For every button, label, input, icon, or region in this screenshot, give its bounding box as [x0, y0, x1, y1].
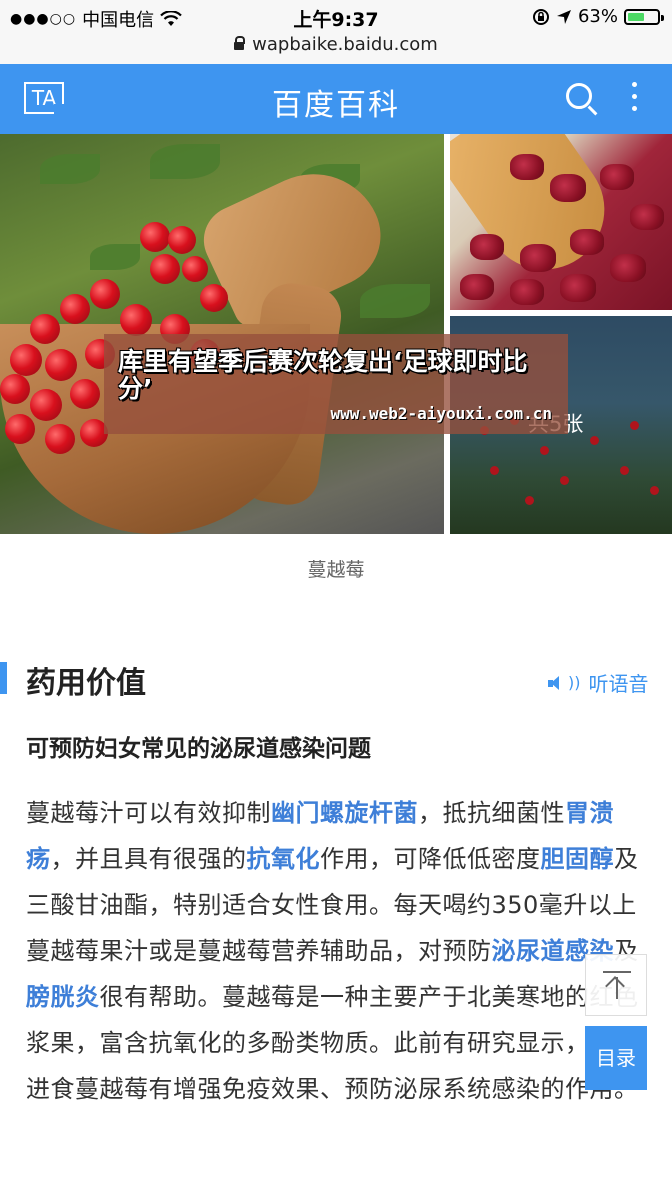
section-subtitle: 可预防妇女常见的泌尿道感染问题	[26, 736, 371, 762]
status-bar: ●●●○○ 中国电信 上午9:37 63%	[0, 0, 672, 34]
article-paragraph: 蔓越莓汁可以有效抑制幽门螺旋杆菌，抵抗细菌性胃溃疡，并且具有很强的抗氧化作用，可…	[26, 790, 652, 1112]
location-arrow-icon	[556, 9, 571, 24]
arrow-up-icon	[616, 977, 618, 999]
search-icon[interactable]	[566, 83, 592, 109]
lock-icon	[234, 36, 246, 50]
section-accent-bar	[0, 662, 7, 694]
image-caption: 蔓越莓	[307, 559, 365, 581]
link-antioxidant[interactable]: 抗氧化	[247, 845, 321, 873]
rotation-lock-icon	[532, 8, 549, 25]
watermark-title: 库里有望季后赛次轮复出‘足球即时比分’	[118, 347, 528, 403]
listen-button[interactable]: )) 听语音	[548, 668, 648, 697]
paragraph-text: 作用，可降低低密度	[320, 845, 541, 873]
url-text: wapbaike.baidu.com	[252, 34, 438, 55]
url-bar[interactable]: wapbaike.baidu.com	[0, 34, 672, 64]
link-cholesterol[interactable]: 胆固醇	[541, 845, 615, 873]
listen-label: 听语音	[588, 672, 649, 696]
table-of-contents-button[interactable]: 目录	[585, 1026, 647, 1090]
battery-level	[628, 12, 645, 21]
speaker-icon	[548, 675, 562, 690]
paragraph-text: 很有帮助。蔓越莓是一种主要产于北美寒地的红色浆果，富含抗氧化的多酚类物质。此前有…	[26, 983, 639, 1103]
section-title: 药用价值	[26, 666, 146, 701]
link-cystitis[interactable]: 膀胱炎	[26, 983, 100, 1011]
watermark-banner: 库里有望季后赛次轮复出‘足球即时比分’ www.web2-aiyouxi.com…	[104, 334, 568, 434]
back-to-top-button[interactable]	[585, 954, 647, 1016]
battery-percent: 63%	[577, 6, 618, 27]
watermark-url: www.web2-aiyouxi.com.cn	[330, 404, 552, 423]
sound-waves-icon: ))	[568, 673, 581, 692]
battery-icon	[624, 8, 664, 25]
more-menu-icon[interactable]	[632, 82, 638, 118]
paragraph-text: 蔓越莓汁可以有效抑制	[26, 799, 271, 827]
link-helicobacter[interactable]: 幽门螺旋杆菌	[271, 799, 418, 827]
paragraph-text: ，并且具有很强的	[50, 845, 247, 873]
top-bar-icon	[603, 971, 631, 973]
dried-cranberries-photo[interactable]	[450, 134, 672, 310]
app-header: TA 百度百科	[0, 64, 672, 134]
paragraph-text: ，抵抗细菌性	[418, 799, 565, 827]
